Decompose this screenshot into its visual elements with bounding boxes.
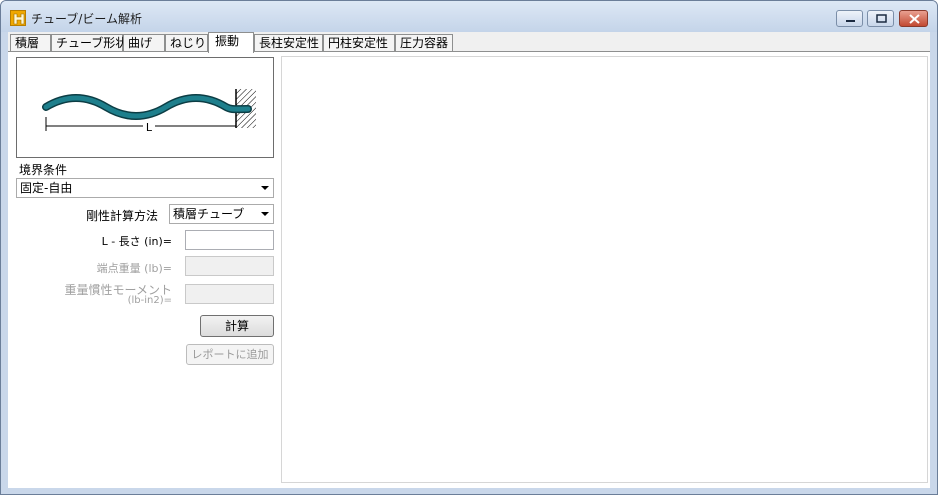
client-area: 積層 チューブ形状 曲げ ねじり 振動 長柱安定性 円柱安定性 圧力容器 L 境… bbox=[8, 32, 930, 488]
tab-column-stability[interactable]: 長柱安定性 bbox=[254, 34, 323, 52]
stiffness-method-select[interactable]: 積層チューブ bbox=[169, 204, 274, 224]
inertia-unit-label: (lb-in2)= bbox=[127, 295, 172, 306]
tab-bending[interactable]: 曲げ bbox=[123, 34, 165, 52]
length-label: L - 長さ (in)= bbox=[101, 235, 172, 248]
tab-torsion[interactable]: ねじり bbox=[165, 34, 208, 52]
end-weight-input[interactable] bbox=[185, 256, 274, 276]
boundary-condition-label: 境界条件 bbox=[19, 163, 68, 177]
close-button[interactable] bbox=[899, 10, 928, 27]
beam-diagram: L bbox=[16, 57, 274, 158]
minimize-button[interactable] bbox=[836, 10, 863, 27]
calculate-button[interactable]: 計算 bbox=[200, 315, 274, 337]
tab-laminate[interactable]: 積層 bbox=[10, 34, 51, 52]
tab-vibration[interactable]: 振動 bbox=[208, 32, 254, 53]
stiffness-method-label: 剛性計算方法 bbox=[86, 209, 159, 223]
minimize-icon bbox=[846, 20, 855, 22]
tab-pressure-vessel[interactable]: 圧力容器 bbox=[395, 34, 453, 52]
app-window: チューブ/ビーム解析 積層 チューブ形状 曲げ ねじり 振動 長柱安定性 円柱安… bbox=[0, 0, 938, 495]
chevron-down-icon bbox=[261, 212, 269, 216]
results-area[interactable] bbox=[281, 56, 928, 483]
length-input[interactable] bbox=[185, 230, 274, 250]
app-logo-icon bbox=[10, 10, 26, 26]
chevron-down-icon bbox=[261, 186, 269, 190]
length-dimension-label: L bbox=[146, 121, 153, 134]
vibration-panel: L 境界条件 固定-自由 剛性計算方法 積層チューブ L - 長さ (in)= … bbox=[8, 52, 930, 488]
inertia-input[interactable] bbox=[185, 284, 274, 304]
cantilever-vibration-diagram: L bbox=[42, 89, 256, 134]
tab-cylinder-stability[interactable]: 円柱安定性 bbox=[323, 34, 395, 52]
tab-bar: 積層 チューブ形状 曲げ ねじり 振動 長柱安定性 円柱安定性 圧力容器 bbox=[8, 32, 930, 53]
window-title: チューブ/ビーム解析 bbox=[31, 12, 142, 26]
title-bar: チューブ/ビーム解析 bbox=[1, 1, 937, 32]
end-weight-label: 端点重量 (lb)= bbox=[96, 262, 172, 275]
close-icon bbox=[909, 14, 920, 24]
maximize-icon bbox=[876, 14, 887, 23]
maximize-button[interactable] bbox=[867, 10, 894, 27]
boundary-condition-select[interactable]: 固定-自由 bbox=[16, 178, 274, 198]
stiffness-method-value: 積層チューブ bbox=[173, 207, 245, 221]
tab-tube-shape[interactable]: チューブ形状 bbox=[51, 34, 127, 52]
add-to-report-button[interactable]: レポートに追加 bbox=[186, 344, 274, 365]
boundary-condition-value: 固定-自由 bbox=[20, 181, 73, 195]
